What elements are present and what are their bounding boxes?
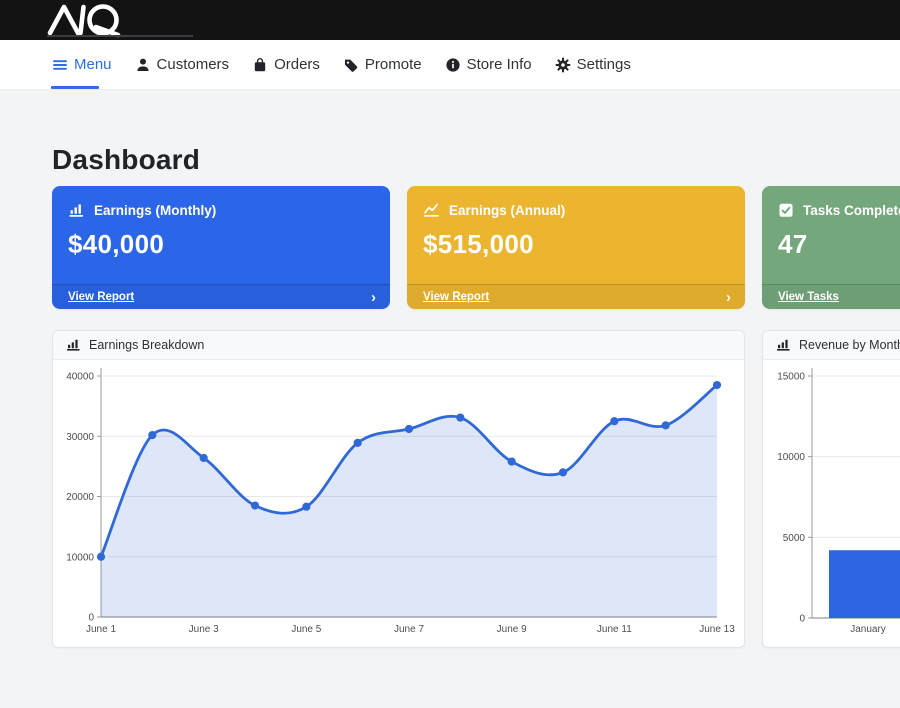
svg-text:June 7: June 7 — [394, 624, 424, 635]
svg-text:June 9: June 9 — [497, 624, 527, 635]
view-report-link[interactable]: View Report › — [52, 284, 390, 309]
dashboard-app: Menu Customers Orders Promote — [0, 0, 900, 708]
svg-text:June 5: June 5 — [291, 624, 321, 635]
earnings-annual-card: Earnings (Annual) $515,000 View Report › — [407, 186, 745, 309]
svg-text:January: January — [850, 624, 886, 635]
info-circle-icon — [445, 57, 461, 73]
chevron-right-icon: › — [371, 290, 376, 305]
nav-item-settings[interactable]: Settings — [555, 56, 631, 73]
nav-item-promote[interactable]: Promote — [343, 56, 422, 73]
nav-item-label: Store Info — [467, 56, 532, 73]
stat-card-title: Earnings (Annual) — [449, 203, 565, 218]
stat-card-value: $515,000 — [407, 218, 745, 260]
svg-text:15000: 15000 — [777, 372, 805, 383]
svg-text:5000: 5000 — [783, 533, 806, 544]
line-chart-icon — [423, 202, 440, 218]
nav-item-menu[interactable]: Menu — [52, 56, 112, 73]
stat-footer-label[interactable]: View Tasks — [778, 291, 839, 303]
stat-card-value: 47 — [762, 218, 900, 260]
tag-icon — [343, 57, 359, 73]
nav-item-customers[interactable]: Customers — [135, 56, 230, 73]
bar-chart-icon — [68, 202, 85, 218]
nav-item-orders[interactable]: Orders — [252, 56, 320, 73]
check-square-icon — [778, 202, 794, 218]
revenue-by-month-chart[interactable]: 0 5000 10000 15000 January — [763, 360, 900, 648]
bar-chart-icon — [66, 338, 81, 352]
shopping-bag-icon — [252, 57, 268, 73]
chart-title: Revenue by Month — [799, 338, 900, 352]
svg-text:0: 0 — [88, 613, 94, 624]
logo-underline — [47, 35, 193, 37]
svg-text:June 13: June 13 — [699, 624, 735, 635]
page-title: Dashboard — [52, 144, 200, 176]
svg-text:10000: 10000 — [66, 552, 94, 563]
stat-card-title: Earnings (Monthly) — [94, 203, 216, 218]
svg-text:40000: 40000 — [66, 372, 94, 383]
revenue-by-month-card: Revenue by Month 0 5000 10000 15000 January — [762, 330, 900, 648]
hamburger-icon — [52, 57, 68, 73]
svg-text:10000: 10000 — [777, 452, 805, 463]
chart-title: Earnings Breakdown — [89, 338, 204, 352]
nav-item-label: Orders — [274, 56, 320, 73]
svg-text:0: 0 — [799, 614, 805, 625]
earnings-breakdown-card: Earnings Breakdown 0 10000 20000 30000 40000… — [52, 330, 745, 648]
person-icon — [135, 57, 151, 73]
view-report-link[interactable]: View Report › — [407, 284, 745, 309]
earnings-monthly-card: Earnings (Monthly) $40,000 View Report › — [52, 186, 390, 309]
svg-text:June 11: June 11 — [597, 624, 632, 635]
nav-item-store-info[interactable]: Store Info — [445, 56, 532, 73]
svg-text:June 1: June 1 — [86, 624, 116, 635]
svg-text:30000: 30000 — [66, 432, 94, 443]
nav-item-label: Customers — [157, 56, 230, 73]
svg-text:20000: 20000 — [66, 492, 94, 503]
main-navbar: Menu Customers Orders Promote — [0, 40, 900, 90]
bar-chart-icon — [776, 338, 791, 352]
earnings-breakdown-chart[interactable]: 0 10000 20000 30000 40000 June 1 June 3 June 5 J… — [53, 360, 744, 648]
stat-footer-label[interactable]: View Report — [68, 291, 134, 303]
topbar — [0, 0, 900, 40]
active-nav-underline — [51, 86, 99, 89]
tasks-completed-card: Tasks Completed 47 View Tasks › — [762, 186, 900, 309]
nav-item-label: Promote — [365, 56, 422, 73]
nav-item-label: Settings — [577, 56, 631, 73]
chevron-right-icon: › — [726, 290, 731, 305]
svg-text:June 3: June 3 — [189, 624, 219, 635]
stat-card-value: $40,000 — [52, 218, 390, 260]
view-tasks-link[interactable]: View Tasks › — [762, 284, 900, 309]
gear-icon — [555, 57, 571, 73]
stat-footer-label[interactable]: View Report — [423, 291, 489, 303]
aiq-logo[interactable] — [45, 2, 145, 38]
stat-card-title: Tasks Completed — [803, 203, 900, 218]
nav-item-label: Menu — [74, 56, 112, 73]
